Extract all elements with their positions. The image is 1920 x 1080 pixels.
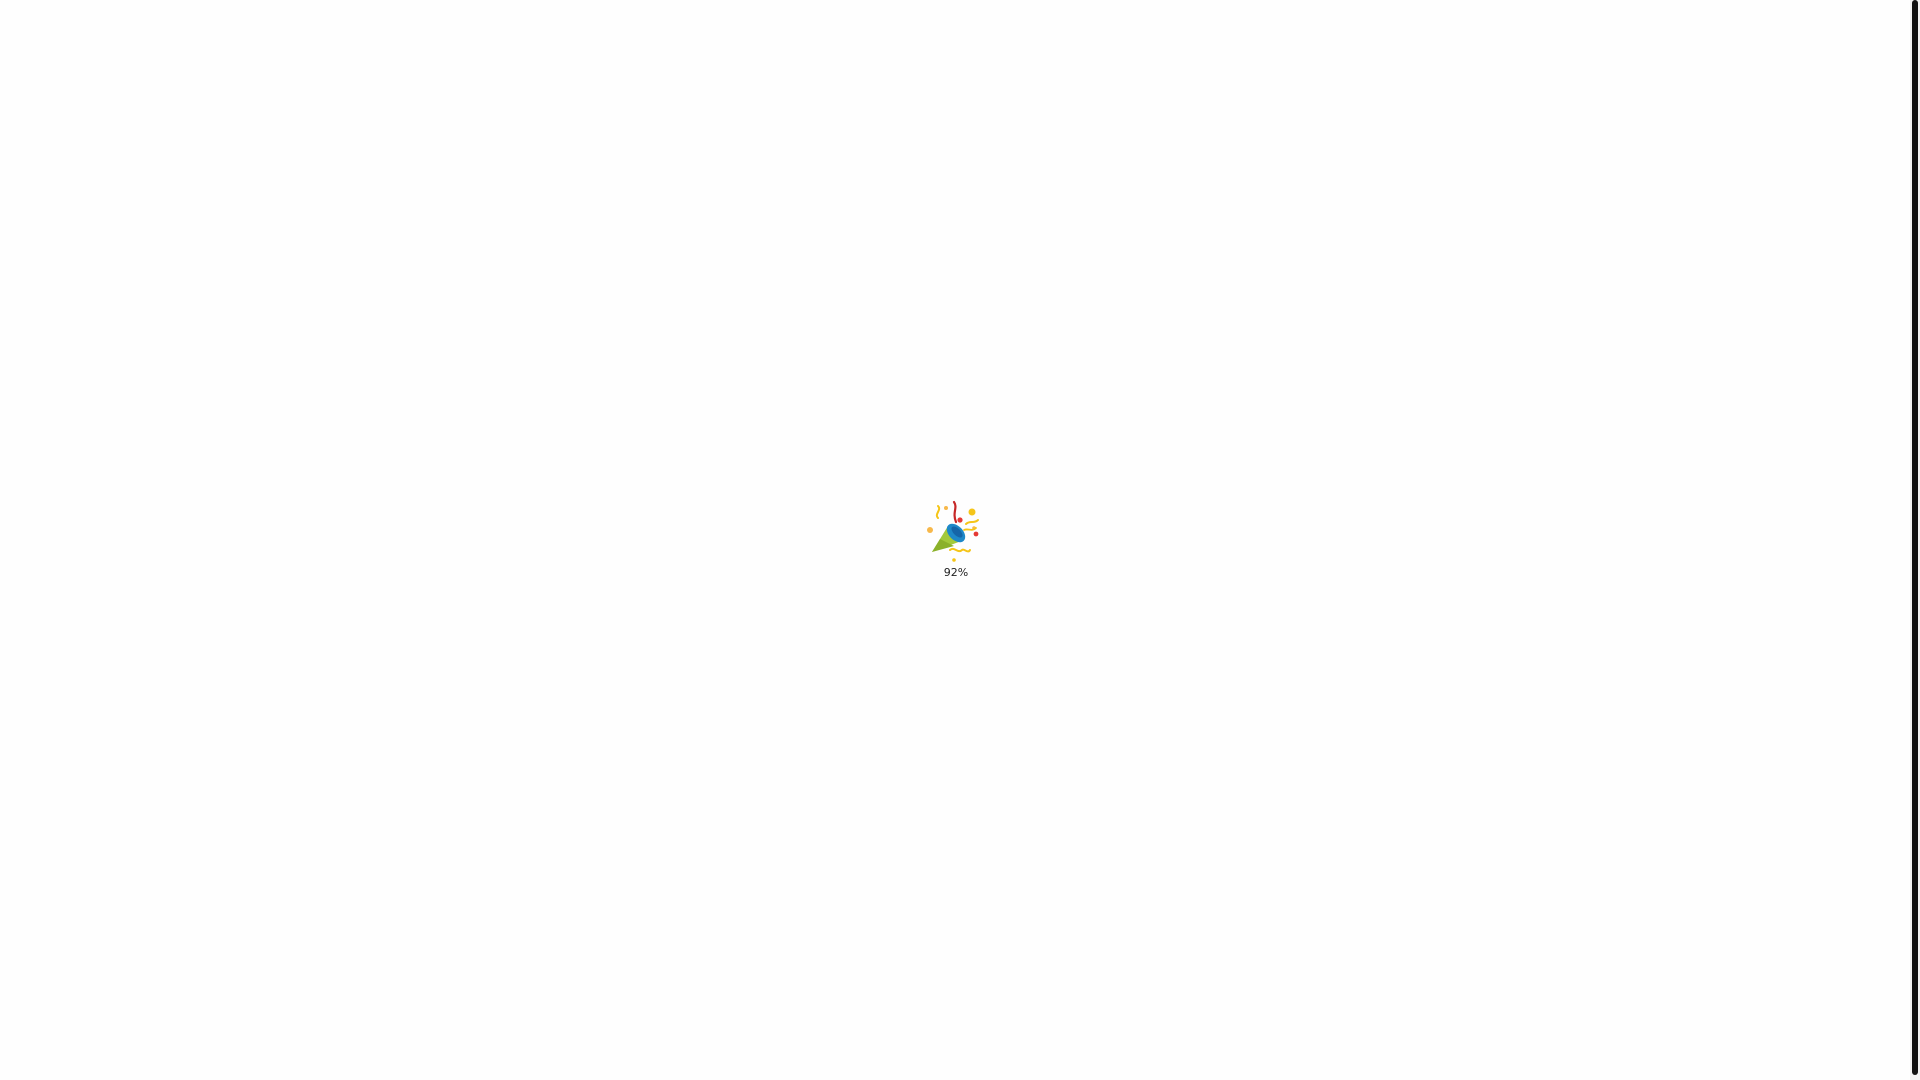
party-popper-icon <box>927 500 979 562</box>
loading-indicator: 92% <box>916 500 996 580</box>
scrollbar-thumb[interactable] <box>1912 0 1918 1075</box>
vertical-scrollbar[interactable] <box>1910 0 1920 1080</box>
loading-screen: 92% <box>0 0 1920 1080</box>
loading-progress-text: 92% <box>943 566 969 579</box>
